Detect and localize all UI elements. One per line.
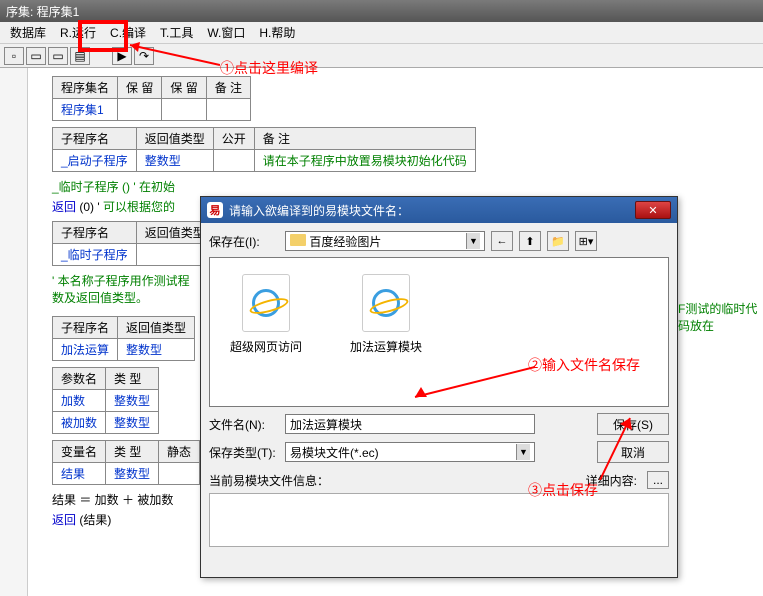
toolbar-play-button[interactable]: ▶ bbox=[112, 47, 132, 65]
th: 保 留 bbox=[162, 77, 206, 99]
dialog-title: 请输入欲编译到的易模块文件名： bbox=[229, 202, 409, 219]
th: 返回值类型 bbox=[118, 317, 195, 339]
th: 类 型 bbox=[106, 368, 159, 390]
cell[interactable]: 整数型 bbox=[106, 412, 159, 434]
window-title-bar: 序集: 程序集1 bbox=[0, 0, 763, 22]
toolbar: ▫ ▭ ▭ ▤ ▶ ↷ bbox=[0, 44, 763, 68]
dialog-close-button[interactable]: ✕ bbox=[635, 201, 671, 219]
save-button[interactable]: 保存(S) bbox=[597, 413, 669, 435]
cell bbox=[206, 99, 250, 121]
detail-dots-button[interactable]: ... bbox=[647, 471, 669, 489]
file-name: 加法运算模块 bbox=[350, 338, 422, 355]
cell[interactable]: 整数型 bbox=[106, 463, 159, 485]
nav-newfolder-button[interactable]: 📁 bbox=[547, 231, 569, 251]
file-name: 超级网页访问 bbox=[230, 338, 302, 355]
file-item[interactable]: 加法运算模块 bbox=[346, 274, 426, 390]
save-in-combo[interactable]: 百度经验图片 ▼ bbox=[285, 231, 485, 251]
ie-file-icon bbox=[242, 274, 290, 332]
cell[interactable]: 整数型 bbox=[118, 339, 195, 361]
nav-view-button[interactable]: ⊞▾ bbox=[575, 231, 597, 251]
menu-database[interactable]: 数据库 bbox=[4, 22, 52, 43]
toolbar-button-2[interactable]: ▭ bbox=[26, 47, 46, 65]
nav-back-button[interactable]: ← bbox=[491, 231, 513, 251]
filetype-label: 保存类型(T): bbox=[209, 444, 279, 461]
menu-compile[interactable]: C.编译 bbox=[104, 22, 152, 43]
cell[interactable]: 整数型 bbox=[136, 150, 213, 172]
module-info-box bbox=[209, 493, 669, 547]
left-gutter bbox=[0, 68, 28, 596]
dialog-app-icon: 易 bbox=[207, 202, 223, 218]
file-list-area[interactable]: 超级网页访问 加法运算模块 bbox=[209, 257, 669, 407]
menu-tools[interactable]: T.工具 bbox=[154, 22, 199, 43]
detail-label: 详细内容: bbox=[586, 472, 637, 489]
filename-label: 文件名(N): bbox=[209, 416, 279, 433]
cell bbox=[213, 150, 254, 172]
toolbar-button-4[interactable]: ▤ bbox=[70, 47, 90, 65]
cell bbox=[162, 99, 206, 121]
table-sub2: 子程序名返回值类型 _临时子程序 bbox=[52, 221, 214, 266]
chevron-down-icon: ▼ bbox=[466, 233, 480, 249]
code-line: _临时子程序 () ' 在初始 bbox=[52, 178, 755, 195]
cell[interactable]: 整数型 bbox=[106, 390, 159, 412]
th: 类 型 bbox=[106, 441, 159, 463]
th: 备 注 bbox=[254, 128, 475, 150]
file-item[interactable]: 超级网页访问 bbox=[226, 274, 306, 390]
th: 静态 bbox=[159, 441, 200, 463]
th: 程序集名 bbox=[53, 77, 118, 99]
menu-run[interactable]: R.运行 bbox=[54, 22, 102, 43]
cell[interactable]: _临时子程序 bbox=[53, 244, 137, 266]
folder-icon bbox=[290, 234, 306, 246]
cell[interactable]: 结果 bbox=[53, 463, 106, 485]
chevron-down-icon: ▼ bbox=[516, 444, 530, 460]
cell: 请在本子程序中放置易模块初始化代码 bbox=[254, 150, 475, 172]
th: 参数名 bbox=[53, 368, 106, 390]
table-params: 参数名类 型 加数整数型 被加数整数型 bbox=[52, 367, 159, 434]
cell[interactable]: 程序集1 bbox=[53, 99, 118, 121]
toolbar-button-6[interactable]: ↷ bbox=[134, 47, 154, 65]
table-programset: 程序集名保 留保 留备 注 程序集1 bbox=[52, 76, 251, 121]
nav-up-button[interactable]: ⬆ bbox=[519, 231, 541, 251]
dialog-title-bar: 易 请输入欲编译到的易模块文件名： ✕ bbox=[201, 197, 677, 223]
menu-window[interactable]: W.窗口 bbox=[201, 22, 251, 43]
th: 子程序名 bbox=[53, 222, 137, 244]
th: 保 留 bbox=[118, 77, 162, 99]
toolbar-button-1[interactable]: ▫ bbox=[4, 47, 24, 65]
th: 公开 bbox=[213, 128, 254, 150]
filename-input[interactable] bbox=[285, 414, 535, 434]
filetype-combo[interactable]: 易模块文件(*.ec) ▼ bbox=[285, 442, 535, 462]
module-info-label: 当前易模块文件信息： bbox=[209, 472, 329, 489]
th: 子程序名 bbox=[53, 317, 118, 339]
cancel-button[interactable]: 取消 bbox=[597, 441, 669, 463]
th: 子程序名 bbox=[53, 128, 137, 150]
cell bbox=[118, 99, 162, 121]
cell bbox=[159, 463, 200, 485]
cell[interactable]: 加法运算 bbox=[53, 339, 118, 361]
th: 返回值类型 bbox=[136, 128, 213, 150]
table-vars: 变量名类 型静态 结果整数型 bbox=[52, 440, 200, 485]
th: 变量名 bbox=[53, 441, 106, 463]
table-sub3: 子程序名返回值类型 加法运算整数型 bbox=[52, 316, 195, 361]
window-title: 序集: 程序集1 bbox=[6, 3, 79, 20]
toolbar-button-3[interactable]: ▭ bbox=[48, 47, 68, 65]
cell[interactable]: _启动子程序 bbox=[53, 150, 137, 172]
th: 备 注 bbox=[206, 77, 250, 99]
table-sub1: 子程序名返回值类型公开备 注 _启动子程序整数型 请在本子程序中放置易模块初始化代… bbox=[52, 127, 476, 172]
cell[interactable]: 加数 bbox=[53, 390, 106, 412]
save-dialog: 易 请输入欲编译到的易模块文件名： ✕ 保存在(I): 百度经验图片 ▼ ← ⬆… bbox=[200, 196, 678, 578]
cell[interactable]: 被加数 bbox=[53, 412, 106, 434]
save-in-label: 保存在(I): bbox=[209, 233, 279, 250]
menu-help[interactable]: H.帮助 bbox=[253, 22, 301, 43]
side-cut-text: F测试的临时代码放在 bbox=[678, 300, 763, 334]
menu-bar: 数据库 R.运行 C.编译 T.工具 W.窗口 H.帮助 bbox=[0, 22, 763, 44]
ie-file-icon bbox=[362, 274, 410, 332]
